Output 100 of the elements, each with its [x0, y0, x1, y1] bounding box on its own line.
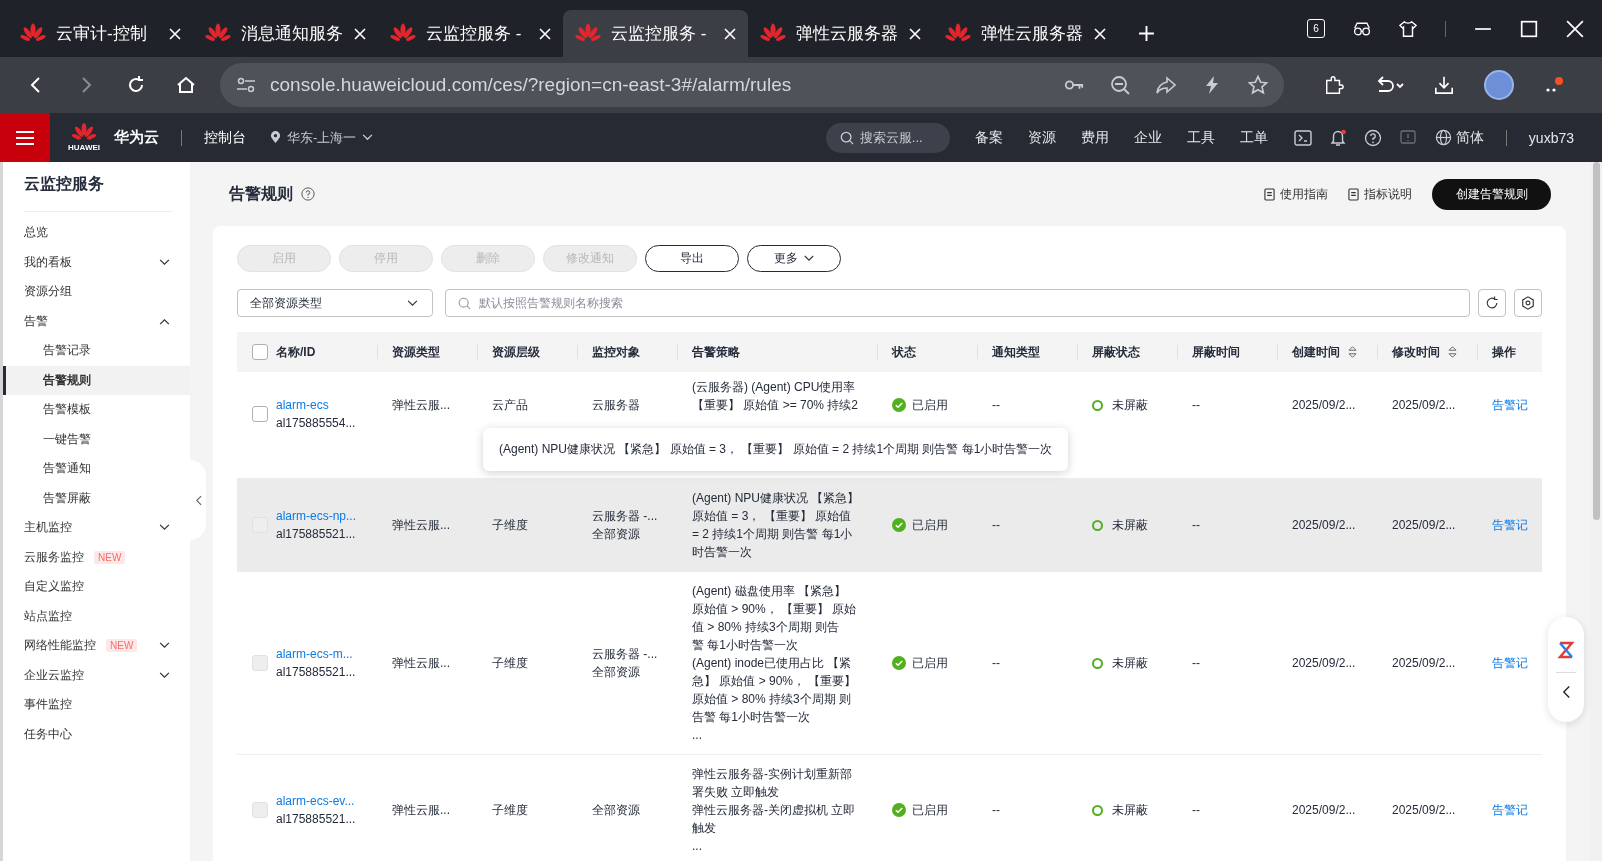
puzzle-icon[interactable]	[1324, 75, 1344, 95]
policy-text: (Agent) NPU健康状况 【紧急】	[692, 490, 861, 507]
tab-title: 弹性云服务器	[981, 23, 1084, 45]
reload-icon[interactable]	[126, 75, 146, 95]
user-name[interactable]: yuxb73	[1528, 129, 1574, 146]
browser-tab[interactable]: 云审计-控制	[8, 10, 193, 57]
browser-tab[interactable]: 弹性云服务器	[748, 10, 933, 57]
sidebar-subitem[interactable]: 一键告警	[3, 424, 190, 454]
sidebar-subitem[interactable]: 告警模板	[3, 395, 190, 425]
sidebar-subitem[interactable]: 告警屏蔽	[3, 483, 190, 513]
zoom-out-icon[interactable]	[1110, 75, 1130, 95]
language-selector[interactable]: 简体	[1434, 128, 1484, 147]
brand-name[interactable]: 华为云	[114, 128, 159, 147]
sidebar-item[interactable]: 告警	[3, 306, 190, 336]
close-icon[interactable]	[169, 27, 181, 40]
checkbox[interactable]	[252, 406, 268, 422]
policy-text: ...	[692, 838, 703, 855]
browser-tab[interactable]: 云监控服务 -	[563, 10, 748, 57]
sidebar-item[interactable]: 总览	[3, 218, 190, 248]
share-icon[interactable]	[1156, 75, 1176, 95]
sidebar-item[interactable]: 主机监控	[3, 513, 190, 543]
browser-tab[interactable]: 云监控服务 -	[378, 10, 563, 57]
caret-icon	[407, 299, 418, 307]
column-header: 告警策略	[692, 343, 740, 361]
header-link[interactable]: 费用	[1080, 128, 1109, 147]
bell-icon[interactable]	[1328, 128, 1347, 147]
settings-button[interactable]	[1514, 289, 1542, 317]
header-link[interactable]: 工单	[1239, 128, 1268, 147]
sidebar-item[interactable]: 任务中心	[3, 719, 190, 749]
header-link[interactable]: 资源	[1027, 128, 1056, 147]
policy-text: 弹性云服务器-关闭虚拟机 立即	[692, 802, 857, 819]
alarm-record-link[interactable]: 告警记	[1492, 398, 1528, 412]
sort-icon[interactable]	[1348, 345, 1357, 359]
table-cell: --	[1192, 656, 1200, 670]
sidebar-item[interactable]: 云服务监控 NEW	[3, 542, 190, 572]
header-link[interactable]: 工具	[1186, 128, 1215, 147]
shirt-icon[interactable]	[1399, 19, 1417, 38]
tune-icon[interactable]	[236, 77, 256, 93]
header-link[interactable]: 备案	[974, 128, 1003, 147]
close-icon[interactable]	[1566, 19, 1584, 38]
sidebar-item[interactable]: 自定义监控	[3, 572, 190, 602]
new-tab-icon[interactable]	[1138, 25, 1155, 42]
status-text: 未屏蔽	[1112, 655, 1148, 672]
assistant-icon[interactable]	[1556, 640, 1576, 660]
tab-count[interactable]: 6	[1307, 19, 1325, 38]
search-field[interactable]: 默认按照告警规则名称搜索	[445, 289, 1470, 317]
policy-text: ...	[692, 727, 703, 744]
close-icon[interactable]	[539, 27, 551, 40]
console-link[interactable]: 控制台	[204, 128, 246, 147]
chevron-down-icon	[159, 524, 170, 532]
status-text: 未屏蔽	[1112, 397, 1148, 414]
sidebar-title: 云监控服务	[23, 174, 105, 194]
sidebar-subitem[interactable]: 告警记录	[3, 336, 190, 366]
download-icon[interactable]	[1434, 75, 1454, 95]
star-icon[interactable]	[1248, 75, 1268, 95]
refresh-button[interactable]	[1478, 289, 1506, 317]
sidebar-item[interactable]: 事件监控	[3, 690, 190, 720]
column-header: 状态	[892, 343, 916, 361]
chevron-left-icon[interactable]	[1561, 685, 1571, 699]
table-cell: 2025/09/2...	[1292, 803, 1356, 817]
avatar-icon[interactable]	[1484, 70, 1514, 100]
table-cell: 弹性云服...	[392, 656, 450, 670]
sidebar-item[interactable]: 网络性能监控 NEW	[3, 631, 190, 661]
browser-tab[interactable]: 消息通知服务	[193, 10, 378, 57]
sidebar-item[interactable]: 企业云监控	[3, 660, 190, 690]
close-icon[interactable]	[909, 27, 921, 40]
scrollbar-thumb[interactable]	[1592, 162, 1600, 520]
menu-button[interactable]	[0, 113, 50, 162]
sidebar-item[interactable]: 我的看板	[3, 247, 190, 277]
close-icon[interactable]	[1094, 27, 1106, 40]
sort-icon[interactable]	[1448, 345, 1457, 359]
table-cell: 弹性云服...	[392, 518, 450, 532]
address-bar[interactable]: console.huaweicloud.com/ces/?region=cn-east-3#/alarm/rules	[220, 63, 1284, 107]
sidebar-item[interactable]: 站点监控	[3, 601, 190, 631]
sidebar-item[interactable]: 资源分组	[3, 277, 190, 307]
close-icon[interactable]	[354, 27, 366, 40]
table-cell: 2025/09/2...	[1292, 398, 1356, 412]
browser-tab[interactable]: 弹性云服务器	[933, 10, 1118, 57]
sidebar-subitem[interactable]: 告警规则	[3, 365, 190, 395]
column-header: 操作	[1492, 343, 1516, 361]
region-selector[interactable]: 华东-上海一	[270, 128, 374, 147]
policy-text: 警 每1小时告警一次	[692, 637, 799, 654]
dropdown-button[interactable]: 更多	[747, 245, 841, 272]
maximize-icon[interactable]	[1520, 19, 1538, 38]
close-icon[interactable]	[724, 27, 736, 40]
sidebar-subitem[interactable]: 告警通知	[3, 454, 190, 484]
header-link[interactable]: 企业	[1133, 128, 1162, 147]
rule-name-link[interactable]: alarm-ecs	[276, 396, 356, 414]
tab-title: 云监控服务 -	[426, 23, 523, 45]
search-field[interactable]: 搜索云服...	[825, 122, 950, 153]
toolbar-button[interactable]: 导出	[645, 245, 739, 272]
logo-text: HUAWEI	[68, 143, 100, 152]
terminal-icon[interactable]	[1293, 128, 1312, 147]
doc-link[interactable]: 指标说明	[1348, 185, 1412, 203]
home-icon[interactable]	[176, 75, 196, 95]
resource-type-dropdown[interactable]: 全部资源类型	[237, 289, 433, 317]
table-cell: 2025/09/2...	[1392, 803, 1456, 817]
doc-link[interactable]: 使用指南	[1264, 185, 1328, 203]
create-button[interactable]: 创建告警规则	[1432, 178, 1551, 210]
checkbox[interactable]	[252, 344, 268, 360]
